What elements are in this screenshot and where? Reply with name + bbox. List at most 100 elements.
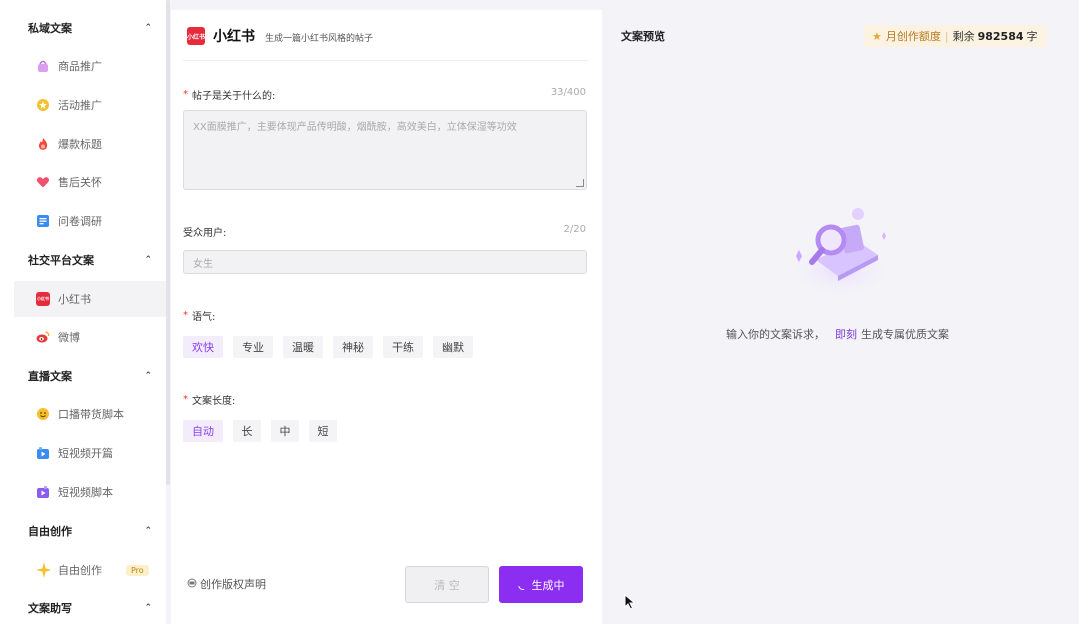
chevron-up-icon: ⌃ [144,526,152,536]
form-panel: 小红书 小红书 生成一篇小红书风格的帖子 * 帖子是关于什么的: 33/400 … [171,10,602,624]
copyright-link[interactable]: 创作版权声明 [187,576,266,592]
weibo-icon [36,330,50,344]
group-private[interactable]: 私域文案 ⌃ [28,19,154,37]
topic-textarea[interactable]: XX面膜推广，主要体现产品传明酸，烟酰胺，高效美白，立体保湿等功效 [183,110,587,190]
required-mark: * [183,310,188,321]
sidebar-item-label: 自由创作 [58,564,102,577]
resize-handle[interactable] [576,179,584,187]
heart-icon [36,175,50,189]
group-social[interactable]: 社交平台文案 ⌃ [28,251,154,269]
sparkle-icon [36,562,50,578]
tone-chip-warm[interactable]: 温暖 [283,336,323,358]
sidebar-item-weibo[interactable]: 微博 [14,319,166,355]
sidebar-item-label: 小红书 [58,293,91,306]
chevron-up-icon: ⌃ [144,371,152,381]
sidebar-item-product-promo[interactable]: 商品推广 [14,48,166,84]
pro-badge: Pro [126,564,149,576]
mouse-cursor-icon [624,594,636,610]
sidebar-item-label: 微博 [58,331,80,344]
sidebar-item-aftersale[interactable]: 售后关怀 [14,164,166,200]
info-icon [187,578,197,591]
tone-chip-concise[interactable]: 干练 [383,336,423,358]
length-options: 自动 长 中 短 [183,420,347,442]
preview-title: 文案预览 [621,30,665,43]
audience-label-text: 受众用户: [183,228,227,239]
audience-input[interactable]: 女生 [183,250,587,274]
group-live[interactable]: 直播文案 ⌃ [28,367,154,385]
sidebar-item-label: 商品推广 [58,60,102,73]
tone-chip-happy[interactable]: 欢快 [183,336,223,358]
quota-remain-prefix: 剩余 [952,30,975,43]
loading-spinner-icon [515,577,530,592]
tone-label: * 语气: [183,308,215,323]
empty-state-illustration-icon [791,208,891,298]
topic-value: XX面膜推广，主要体现产品传明酸，烟酰胺，高效美白，立体保湿等功效 [193,122,517,133]
required-mark: * [183,394,188,405]
tone-chip-mysterious[interactable]: 神秘 [333,336,373,358]
tone-chip-professional[interactable]: 专业 [233,336,273,358]
sidebar-item-hot-title[interactable]: 爆款标题 [14,126,166,162]
separator: | [944,29,949,43]
length-label-text: 文案长度: [192,396,236,407]
sidebar-item-label: 短视频开篇 [58,447,113,460]
length-chip-long[interactable]: 长 [233,420,261,442]
copyright-label: 创作版权声明 [200,578,266,591]
xiaohongshu-icon: 小红书 [36,292,50,306]
group-title: 直播文案 [28,370,72,383]
star-coin-icon [36,98,50,112]
generate-label: 生成中 [531,578,565,592]
audience-value: 女生 [193,258,213,270]
sidebar-item-free-create[interactable]: 自由创作 Pro [14,552,166,588]
empty-prefix: 输入你的文案诉求， [726,328,825,341]
clear-button[interactable]: 清 空 [405,566,489,603]
group-title: 私域文案 [28,22,72,35]
sidebar-item-video-script[interactable]: 短视频脚本 [14,474,166,510]
page-title: 小红书 [213,29,255,45]
chevron-up-icon: ⌃ [144,603,152,613]
sidebar-item-survey[interactable]: 问卷调研 [14,203,166,239]
quota-remaining: 982584 [977,29,1024,43]
sidebar-item-video-opening[interactable]: 短视频开篇 [14,435,166,471]
sidebar-item-live-script[interactable]: 口播带货脚本 [14,396,166,432]
empty-link[interactable]: 即刻 [835,326,857,342]
sidebar-item-label: 活动推广 [58,99,102,112]
length-chip-auto[interactable]: 自动 [183,420,223,442]
audience-counter: 2/20 [563,224,586,235]
sidebar-item-label: 售后关怀 [58,176,102,189]
group-title: 自由创作 [28,525,72,538]
video-script-icon [36,485,50,499]
group-free[interactable]: 自由创作 ⌃ [28,522,154,540]
quota-badge: ★ 月创作额度 | 剩余 982584 字 [864,25,1047,47]
length-chip-short[interactable]: 短 [309,420,337,442]
generate-button[interactable]: 生成中 [499,566,583,603]
sidebar-item-xiaohongshu[interactable]: 小红书 小红书 [14,281,166,317]
fire-icon [36,137,50,151]
document-icon [36,214,50,228]
xiaohongshu-logo: 小红书 [187,27,205,45]
chevron-up-icon: ⌃ [144,23,152,33]
quota-label: 月创作额度 [885,30,941,43]
chevron-up-icon: ⌃ [144,255,152,265]
quota-unit: 字 [1026,30,1038,43]
empty-suffix: 生成专属优质文案 [861,328,949,341]
sidebar-item-event-promo[interactable]: 活动推广 [14,87,166,123]
group-title: 文案助写 [28,602,72,615]
emoji-icon [36,407,50,421]
group-assist[interactable]: 文案助写 ⌃ [28,599,154,617]
sidebar-item-label: 短视频脚本 [58,486,113,499]
video-icon [36,446,50,460]
tone-options: 欢快 专业 温暖 神秘 干练 幽默 [183,336,483,358]
sidebar-scrollbar[interactable] [166,0,170,485]
sidebar-item-label: 口播带货脚本 [58,408,124,421]
length-chip-medium[interactable]: 中 [271,420,299,442]
bag-icon [36,59,50,73]
length-label: * 文案长度: [183,392,235,407]
required-mark: * [183,89,188,100]
sidebar-item-label: 爆款标题 [58,138,102,151]
sidebar-item-label: 问卷调研 [58,215,102,228]
tone-chip-humorous[interactable]: 幽默 [433,336,473,358]
topic-label-text: 帖子是关于什么的: [192,91,276,102]
divider [183,60,588,61]
group-title: 社交平台文案 [28,254,94,267]
star-icon: ★ [872,29,882,43]
